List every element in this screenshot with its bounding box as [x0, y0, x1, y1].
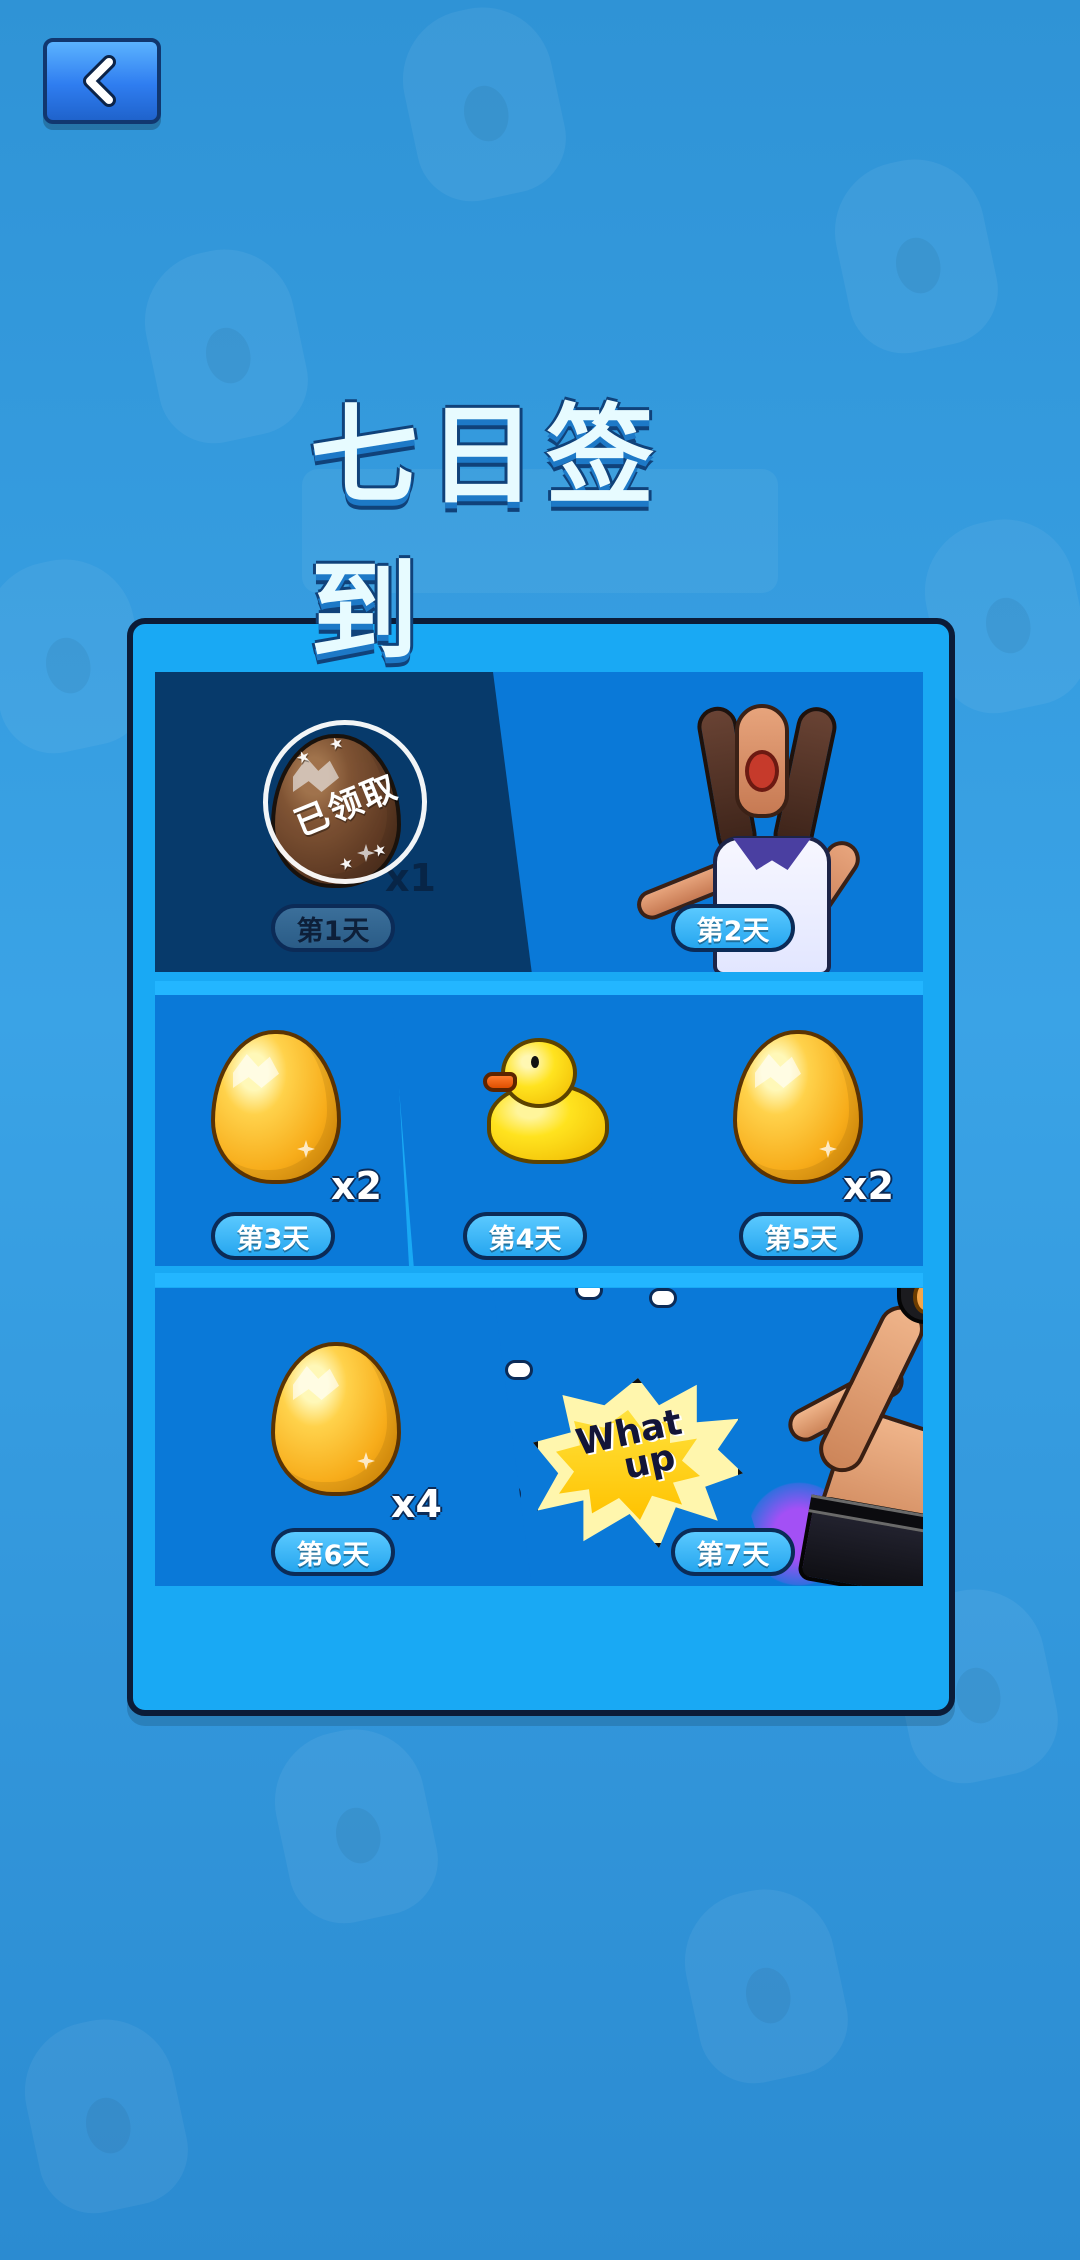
day-badge: 第5天	[739, 1212, 863, 1260]
day-4-reward[interactable]: 第4天	[391, 992, 675, 1266]
duck-icon	[483, 1028, 613, 1168]
day-7-reward[interactable]: What up 第7天	[493, 1288, 923, 1586]
day-badge: 第2天	[671, 904, 795, 952]
day-1-reward[interactable]: 已领取 x1 第1天	[155, 672, 536, 972]
background-icon	[131, 236, 319, 454]
smoke-icon	[505, 1360, 533, 1380]
back-button[interactable]	[43, 38, 161, 124]
background-icon	[11, 2006, 199, 2224]
smoke-icon	[649, 1288, 677, 1308]
background-icon	[671, 1876, 859, 2094]
day-badge: 第4天	[463, 1212, 587, 1260]
background-icon	[821, 146, 1009, 364]
checkin-panel: 已领取 x1 第1天 第2天 x2 第3天 第4天	[127, 618, 955, 1716]
reward-quantity: x2	[331, 1164, 382, 1208]
day-2-reward[interactable]: 第2天	[493, 672, 923, 972]
day-6-reward[interactable]: x4 第6天	[155, 1288, 536, 1586]
day-badge: 第6天	[271, 1528, 395, 1576]
panel-divider	[155, 981, 923, 995]
panel-divider	[155, 1273, 923, 1287]
reward-quantity: x2	[843, 1164, 894, 1208]
day-5-reward[interactable]: x2 第5天	[647, 992, 923, 1266]
chevron-left-icon	[47, 42, 157, 120]
day-badge: 第3天	[211, 1212, 335, 1260]
background-icon	[389, 0, 577, 212]
reward-quantity: x4	[391, 1482, 442, 1526]
egg-icon	[733, 1030, 863, 1184]
day-badge: 第1天	[271, 904, 395, 952]
day-badge: 第7天	[671, 1528, 795, 1576]
smoke-icon	[575, 1288, 603, 1300]
background-icon	[261, 1716, 449, 1934]
day-3-reward[interactable]: x2 第3天	[155, 992, 409, 1266]
egg-icon	[271, 1342, 401, 1496]
egg-icon	[211, 1030, 341, 1184]
page-title: 七日签到	[302, 394, 778, 675]
